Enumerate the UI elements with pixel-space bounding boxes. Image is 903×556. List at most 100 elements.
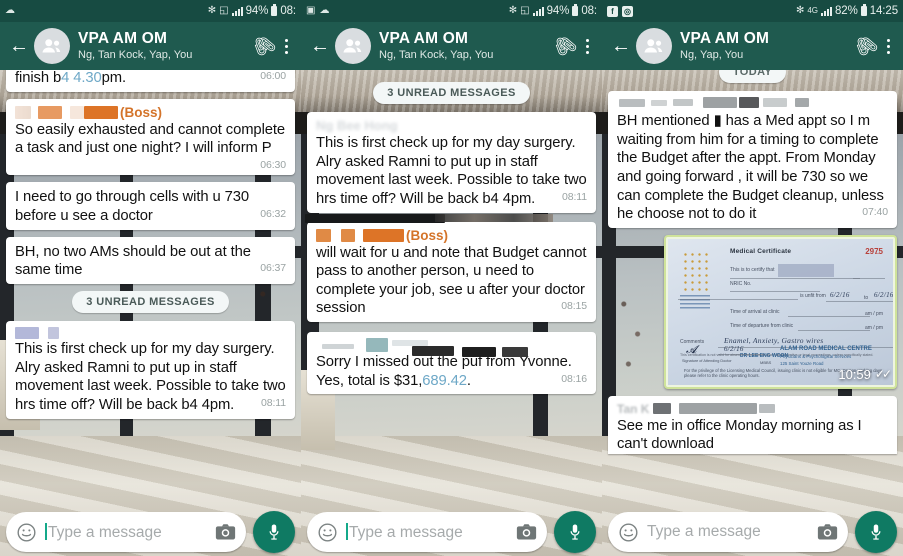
- chat-title-block-2[interactable]: VPA AM OM Ng, Tan Kock, Yap, You: [379, 30, 552, 61]
- battery-icon: [860, 4, 867, 16]
- voice-record-button-1[interactable]: [253, 511, 295, 553]
- message-bubble[interactable]: (Boss) So easily exhausted and cannot co…: [6, 98, 295, 176]
- smiley-icon[interactable]: [618, 522, 639, 543]
- message-bubble[interactable]: BH, no two AMs should be out at the same…: [6, 236, 295, 285]
- message-input-3[interactable]: Type a message: [647, 523, 809, 541]
- message-text: See me in office Monday morning as I can…: [617, 417, 862, 453]
- voice-record-button-2[interactable]: [554, 511, 596, 553]
- composer-2[interactable]: Type a message: [301, 508, 602, 556]
- message-bubble[interactable]: (Boss) will wait for u and note that Bud…: [305, 213, 596, 323]
- camera-icon[interactable]: [516, 523, 537, 541]
- camera-icon[interactable]: [817, 523, 838, 541]
- weather-icon: ☁: [5, 5, 15, 16]
- message-text: So easily exhausted and cannot complete …: [15, 121, 286, 171]
- chat-participants-3: Ng, Yap, You: [680, 48, 744, 61]
- clock-3: 14:25: [869, 5, 898, 17]
- chat-participants-1: Ng, Tan Kock, Yap, You: [78, 48, 193, 61]
- unread-divider: 3 UNREAD MESSAGES: [307, 82, 596, 104]
- text-caret: [45, 522, 47, 540]
- message-list-1[interactable]: finish b4 4.30pm. 06:00 (Boss) So easily…: [0, 70, 301, 556]
- message-text: BH mentioned ▮ has a Med appt so I m wai…: [617, 113, 888, 223]
- microphone-icon: [570, 524, 580, 540]
- status-bar-3: f ◎ ✻ 4G 82% 14:25: [602, 0, 903, 22]
- group-icon: [644, 39, 663, 53]
- sender-role-tag: (Boss): [406, 227, 449, 243]
- message-input-pill-3[interactable]: Type a message: [608, 512, 848, 552]
- message-sender-redacted: (Boss): [15, 105, 286, 120]
- chat-title-block-3[interactable]: VPA AM OM Ng, Yap, You: [680, 31, 853, 61]
- handwritten-date-from: 6/2/16: [830, 290, 850, 299]
- message-sender-redacted: Ng Bee Hong: [316, 118, 398, 133]
- bluetooth-icon: ✻: [508, 5, 518, 16]
- image-message-time: 10:59: [838, 366, 871, 382]
- paperclip-icon-2[interactable]: 🖇: [547, 29, 582, 64]
- smiley-icon[interactable]: [16, 522, 37, 543]
- message-bubble[interactable]: Ng Bee Hong This is first check up for m…: [307, 112, 596, 213]
- message-text: I need to go through cells with u 730 be…: [15, 189, 286, 225]
- message-sender-redacted: [316, 338, 587, 358]
- bluetooth-icon: ✻: [207, 5, 217, 16]
- screenshot-collage: ☁ ✻ ◱ 94% 08: ← VPA AM OM Ng, Tan Kock, …: [0, 0, 903, 556]
- paperclip-icon-1[interactable]: 🖇: [246, 29, 281, 64]
- chat-area-3[interactable]: TODAY BH mentioned ▮ has a Med appt so I…: [602, 70, 903, 556]
- microphone-icon: [871, 524, 881, 540]
- message-input-2[interactable]: Type a message: [346, 522, 508, 542]
- message-bubble[interactable]: BH mentioned ▮ has a Med appt so I m wai…: [608, 91, 897, 228]
- battery-percent-1: 94%: [245, 5, 269, 17]
- voice-record-button-3[interactable]: [855, 511, 897, 553]
- group-avatar-2[interactable]: [335, 28, 371, 64]
- composer-1[interactable]: Type a message: [0, 508, 301, 556]
- battery-icon: [271, 4, 278, 16]
- message-text: This is first check up for my day surger…: [15, 341, 286, 413]
- date-divider-label: TODAY: [718, 70, 787, 83]
- phone-screen-2: ▣ ☁ ✻ ◱ 94% 08: ← VPA AM OM Ng, Tan Kock…: [301, 0, 602, 556]
- read-receipt-ticks: ✓✓: [874, 367, 892, 382]
- unread-divider: 3 UNREAD MESSAGES: [6, 291, 295, 314]
- message-text: will wait for u and note that Budget can…: [316, 244, 587, 317]
- smiley-icon[interactable]: [317, 522, 338, 543]
- back-arrow-icon[interactable]: ←: [307, 36, 333, 56]
- date-divider: TODAY: [608, 70, 897, 83]
- bluetooth-icon: ✻: [795, 5, 805, 16]
- battery-percent-3: 82%: [835, 5, 858, 17]
- clinic-logo-dots: [682, 250, 708, 291]
- chat-title-block-1[interactable]: VPA AM OM Ng, Tan Kock, Yap, You: [78, 30, 251, 61]
- composer-3[interactable]: Type a message: [602, 508, 903, 556]
- message-bubble[interactable]: Tan K See me in office Monday morning as…: [608, 395, 897, 455]
- chat-title-1: VPA AM OM: [78, 30, 168, 48]
- group-icon: [343, 39, 362, 53]
- message-input-pill-2[interactable]: Type a message: [307, 512, 547, 552]
- message-bubble[interactable]: Sorry I missed out the puf from Yvonne. …: [307, 332, 596, 395]
- medical-certificate-image[interactable]: Medical Certificate — 2975 This is to ce…: [668, 238, 893, 385]
- app-bar-3: ← VPA AM OM Ng, Yap, You 🖇: [602, 22, 903, 70]
- sender-role-tag: (Boss): [120, 104, 163, 120]
- message-text: BH, no two AMs should be out at the same…: [15, 243, 286, 279]
- message-text: finish b: [15, 70, 62, 86]
- message-list-2[interactable]: 3 UNREAD MESSAGES Ng Bee Hong This is fi…: [301, 70, 602, 556]
- message-sender-redacted: [617, 97, 888, 111]
- message-bubble[interactable]: finish b4 4.30pm. 06:00: [6, 70, 295, 92]
- message-input-pill-1[interactable]: Type a message: [6, 512, 246, 552]
- back-arrow-icon[interactable]: ←: [608, 36, 634, 56]
- message-bubble[interactable]: I need to go through cells with u 730 be…: [6, 182, 295, 230]
- image-message-meta: 10:59 ✓✓: [838, 366, 892, 382]
- message-text-tail: pm.: [101, 70, 127, 86]
- chat-title-2: VPA AM OM: [379, 30, 469, 48]
- paperclip-icon-3[interactable]: 🖇: [848, 29, 883, 64]
- message-input-1[interactable]: Type a message: [45, 522, 207, 542]
- battery-percent-2: 94%: [546, 5, 570, 17]
- battery-icon: [572, 4, 579, 16]
- message-sender-redacted: [15, 327, 286, 340]
- chat-area-2[interactable]: 3 UNREAD MESSAGES Ng Bee Hong This is fi…: [301, 70, 602, 556]
- chat-area-1[interactable]: finish b4 4.30pm. 06:00 (Boss) So easily…: [0, 70, 301, 556]
- group-avatar-3[interactable]: [636, 28, 672, 64]
- message-text: This is first check up for my day surger…: [316, 135, 587, 207]
- facebook-icon: f: [607, 5, 618, 17]
- message-list-3[interactable]: TODAY BH mentioned ▮ has a Med appt so I…: [602, 70, 903, 556]
- doctor-signature: 𝓐: [686, 343, 697, 356]
- back-arrow-icon[interactable]: ←: [6, 36, 32, 56]
- image-message-bubble[interactable]: Medical Certificate — 2975 This is to ce…: [664, 234, 897, 389]
- group-avatar-1[interactable]: [34, 28, 70, 64]
- camera-icon[interactable]: [215, 523, 236, 541]
- message-bubble[interactable]: This is first check up for my day surger…: [6, 321, 295, 419]
